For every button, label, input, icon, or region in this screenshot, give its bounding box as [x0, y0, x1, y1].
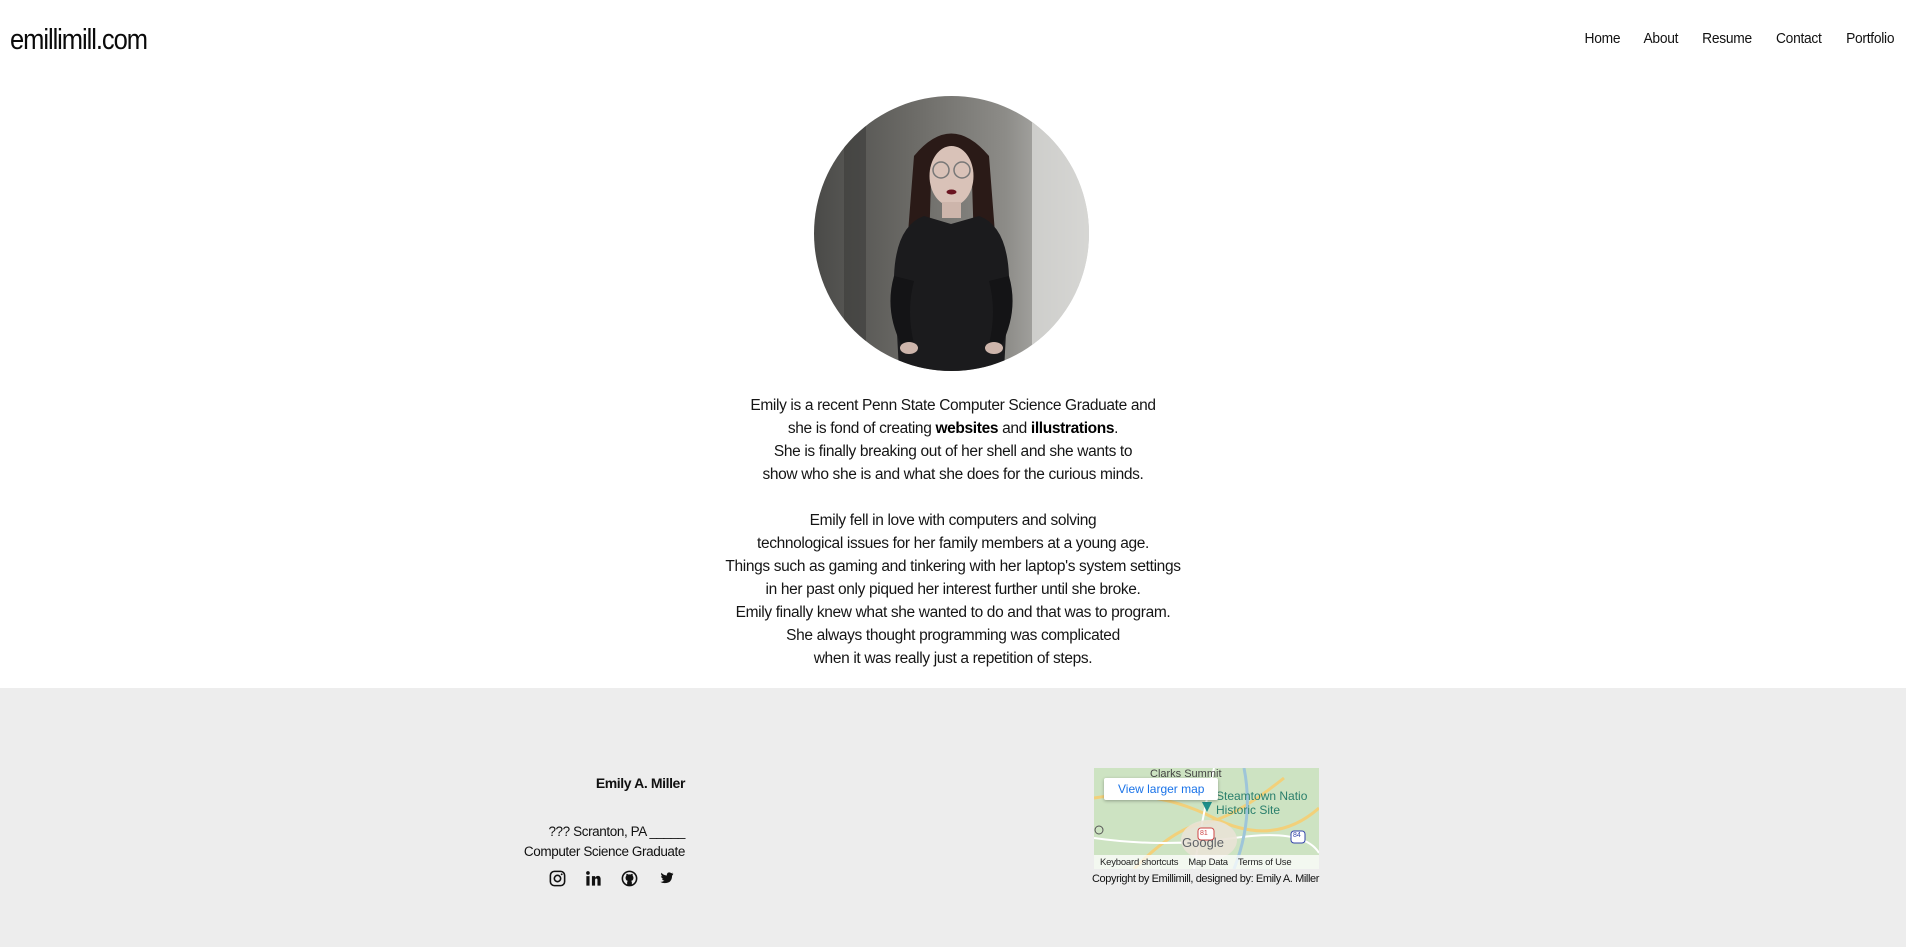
page: emillimill.com Home About Resume Contact… — [0, 0, 1906, 947]
bio-bold-websites: websites — [935, 420, 999, 437]
bio-section: Emily is a recent Penn State Computer Sc… — [653, 394, 1253, 693]
footer-title: Computer Science Graduate — [523, 844, 685, 859]
map-data-link[interactable]: Map Data — [1188, 857, 1228, 868]
nav-about[interactable]: About — [1644, 30, 1679, 47]
google-logo: Google — [1182, 835, 1224, 850]
bio-line: Things such as gaming and tinkering with… — [725, 558, 1181, 575]
main-nav: Home About Resume Contact Portfolio — [1563, 30, 1896, 47]
social-links — [548, 869, 675, 888]
site-footer: Emily A. Miller ??? Scranton, PA _____ C… — [0, 688, 1906, 947]
bio-bold-illustrations: illustrations — [1030, 420, 1115, 437]
bio-paragraph-1: Emily is a recent Penn State Computer Sc… — [653, 394, 1253, 486]
linkedin-icon[interactable] — [584, 869, 603, 888]
location-map[interactable]: Clarks Summit Steamtown Natio Historic S… — [1094, 768, 1319, 869]
instagram-icon[interactable] — [548, 869, 567, 888]
map-place-2: Steamtown Natio — [1216, 789, 1308, 803]
bio-line: She always thought programming was compl… — [786, 627, 1120, 644]
view-larger-map-button[interactable]: View larger map — [1104, 778, 1219, 800]
bio-line: technological issues for her family memb… — [756, 535, 1150, 552]
bio-line: Emily finally knew what she wanted to do… — [735, 604, 1171, 621]
map-terms-link[interactable]: Terms of Use — [1238, 857, 1292, 868]
bio-line: she is fond of creating — [787, 420, 936, 437]
map-shield-84: 84 — [1293, 832, 1301, 839]
footer-name: Emily A. Miller — [595, 775, 686, 791]
site-logo[interactable]: emillimill.com — [10, 24, 148, 57]
bio-paragraph-2: Emily fell in love with computers and so… — [653, 509, 1253, 670]
github-icon[interactable] — [620, 869, 639, 888]
nav-resume[interactable]: Resume — [1702, 30, 1752, 47]
map-place-3: Historic Site — [1216, 803, 1281, 817]
bio-line: and — [998, 420, 1031, 437]
map-attribution: Keyboard shortcuts Map Data Terms of Use — [1094, 855, 1319, 869]
bio-line: She is finally breaking out of her shell… — [773, 443, 1133, 460]
site-header: emillimill.com Home About Resume Contact… — [0, 0, 1906, 80]
map-keyboard-shortcuts[interactable]: Keyboard shortcuts — [1100, 857, 1178, 868]
bio-line: . — [1114, 420, 1119, 437]
profile-photo — [814, 96, 1089, 371]
twitter-icon[interactable] — [656, 869, 675, 888]
copyright-text: Copyright by Emillimill, designed by: Em… — [1092, 873, 1319, 885]
bio-line: Emily is a recent Penn State Computer Sc… — [750, 397, 1156, 414]
nav-portfolio[interactable]: Portfolio — [1846, 30, 1894, 47]
footer-contact: ??? Scranton, PA _____ Computer Science … — [400, 822, 685, 862]
nav-contact[interactable]: Contact — [1776, 30, 1822, 47]
bio-line: when it was really just a repetition of … — [813, 650, 1093, 667]
bio-line: Emily fell in love with computers and so… — [809, 512, 1097, 529]
bio-line: in her past only piqued her interest fur… — [765, 581, 1141, 598]
footer-address: ??? Scranton, PA _____ — [548, 824, 685, 839]
nav-home[interactable]: Home — [1585, 30, 1621, 47]
bio-line: show who she is and what she does for th… — [762, 466, 1144, 483]
